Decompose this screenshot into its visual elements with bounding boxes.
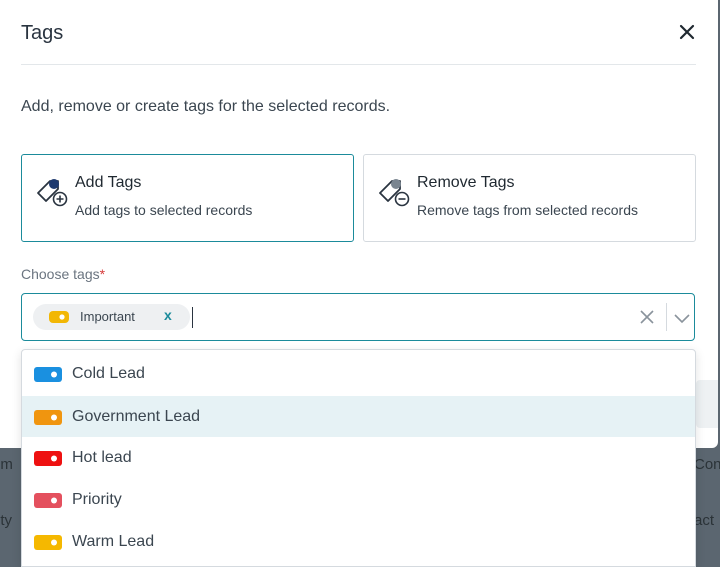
tag-color-icon (34, 410, 62, 425)
background-panel-edge (696, 380, 718, 428)
tag-color-icon (34, 451, 62, 466)
tag-color-icon (34, 535, 62, 550)
remove-tags-title: Remove Tags (417, 174, 515, 191)
choose-tags-label: Choose tags* (21, 266, 105, 282)
header-divider (21, 64, 696, 65)
required-mark: * (99, 266, 106, 282)
dropdown-option-label: Priority (72, 491, 122, 508)
dropdown-option-label: Hot lead (72, 449, 132, 466)
dropdown-option-label: Warm Lead (72, 533, 155, 550)
clear-icon[interactable] (637, 307, 657, 327)
remove-tags-option[interactable]: Remove Tags Remove tags from selected re… (363, 154, 696, 242)
dropdown-option[interactable]: Cold Lead (22, 353, 695, 394)
tags-dropdown-menu: Cold Lead Government Lead Hot lead Prior… (21, 349, 696, 567)
dropdown-option[interactable]: Warm Lead (22, 521, 695, 562)
text-cursor (192, 307, 193, 328)
remove-tags-subtitle: Remove tags from selected records (417, 202, 638, 218)
background-text: om (0, 456, 13, 473)
add-tags-title: Add Tags (75, 174, 142, 191)
tag-remove-icon (379, 179, 410, 207)
tag-color-icon (34, 493, 62, 508)
chevron-down-icon[interactable] (672, 308, 692, 328)
dropdown-option-label: Government Lead (72, 408, 201, 425)
tag-color-icon (34, 367, 62, 382)
add-tags-option[interactable]: Add Tags Add tags to selected records (21, 154, 354, 242)
close-button[interactable] (676, 21, 698, 43)
background-text: Con (694, 456, 720, 473)
modal-title: Tags (21, 22, 64, 44)
dropdown-option[interactable]: Priority (22, 479, 695, 520)
select-separator (666, 303, 667, 331)
tags-select-input[interactable]: Important x (21, 293, 695, 341)
tag-color-icon (49, 311, 69, 323)
modal-description: Add, remove or create tags for the selec… (21, 98, 391, 115)
choose-tags-label-text: Choose tags (21, 266, 100, 282)
dropdown-option[interactable]: Hot lead (22, 437, 695, 478)
background-text: act (694, 512, 715, 529)
dropdown-option-label: Cold Lead (72, 365, 145, 382)
dropdown-option[interactable]: Government Lead (22, 396, 695, 437)
add-tags-subtitle: Add tags to selected records (75, 202, 253, 218)
background-text: rity (0, 512, 12, 529)
tag-add-icon (37, 179, 68, 207)
selected-tag-chip: Important x (33, 304, 190, 330)
close-icon (679, 24, 695, 40)
selected-tag-label: Important (80, 309, 135, 324)
remove-chip-button[interactable]: x (164, 307, 172, 323)
